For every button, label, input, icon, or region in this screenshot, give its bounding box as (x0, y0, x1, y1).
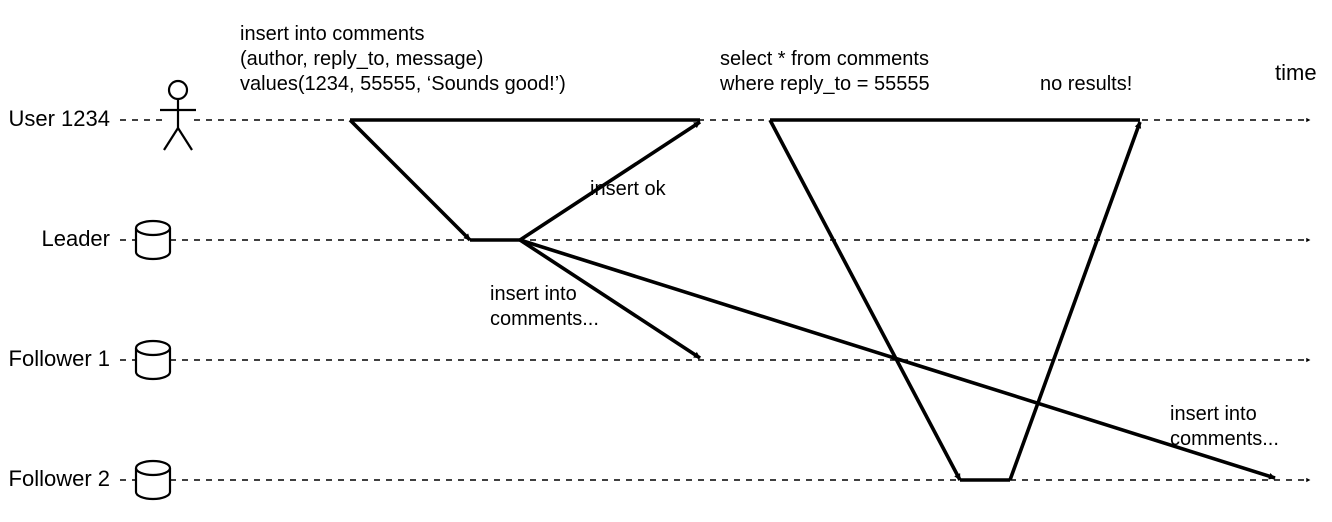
text-no-results: no results! (1040, 73, 1132, 95)
text-insert-ok: insert ok (590, 178, 667, 200)
text-late-line2: comments... (1170, 428, 1279, 450)
database-icon-leader (136, 221, 170, 259)
text-fwd-line1: insert into (490, 283, 577, 305)
arrow-user-to-follower2-select (770, 120, 960, 480)
text-fwd-line2: comments... (490, 308, 599, 330)
text-late-line1: insert into (1170, 403, 1257, 425)
text-select-line2: where reply_to = 55555 (719, 73, 930, 95)
user-icon (160, 81, 196, 150)
lane-label-user: User 1234 (8, 106, 110, 131)
arrow-follower2-to-user-noresults (1010, 122, 1140, 480)
lane-label-follower2: Follower 2 (9, 466, 110, 491)
text-insert-line1: insert into comments (240, 23, 425, 45)
axis-label-time: time (1275, 60, 1317, 85)
lane-label-follower1: Follower 1 (9, 346, 110, 371)
text-insert-line3: values(1234, 55555, ‘Sounds good!’) (240, 73, 566, 95)
database-icon-follower1 (136, 341, 170, 379)
text-insert-line2: (author, reply_to, message) (240, 48, 483, 70)
lane-label-leader: Leader (41, 226, 110, 251)
arrow-user-to-leader-insert (350, 120, 470, 240)
text-select-line1: select * from comments (720, 48, 929, 70)
database-icon-follower2 (136, 461, 170, 499)
